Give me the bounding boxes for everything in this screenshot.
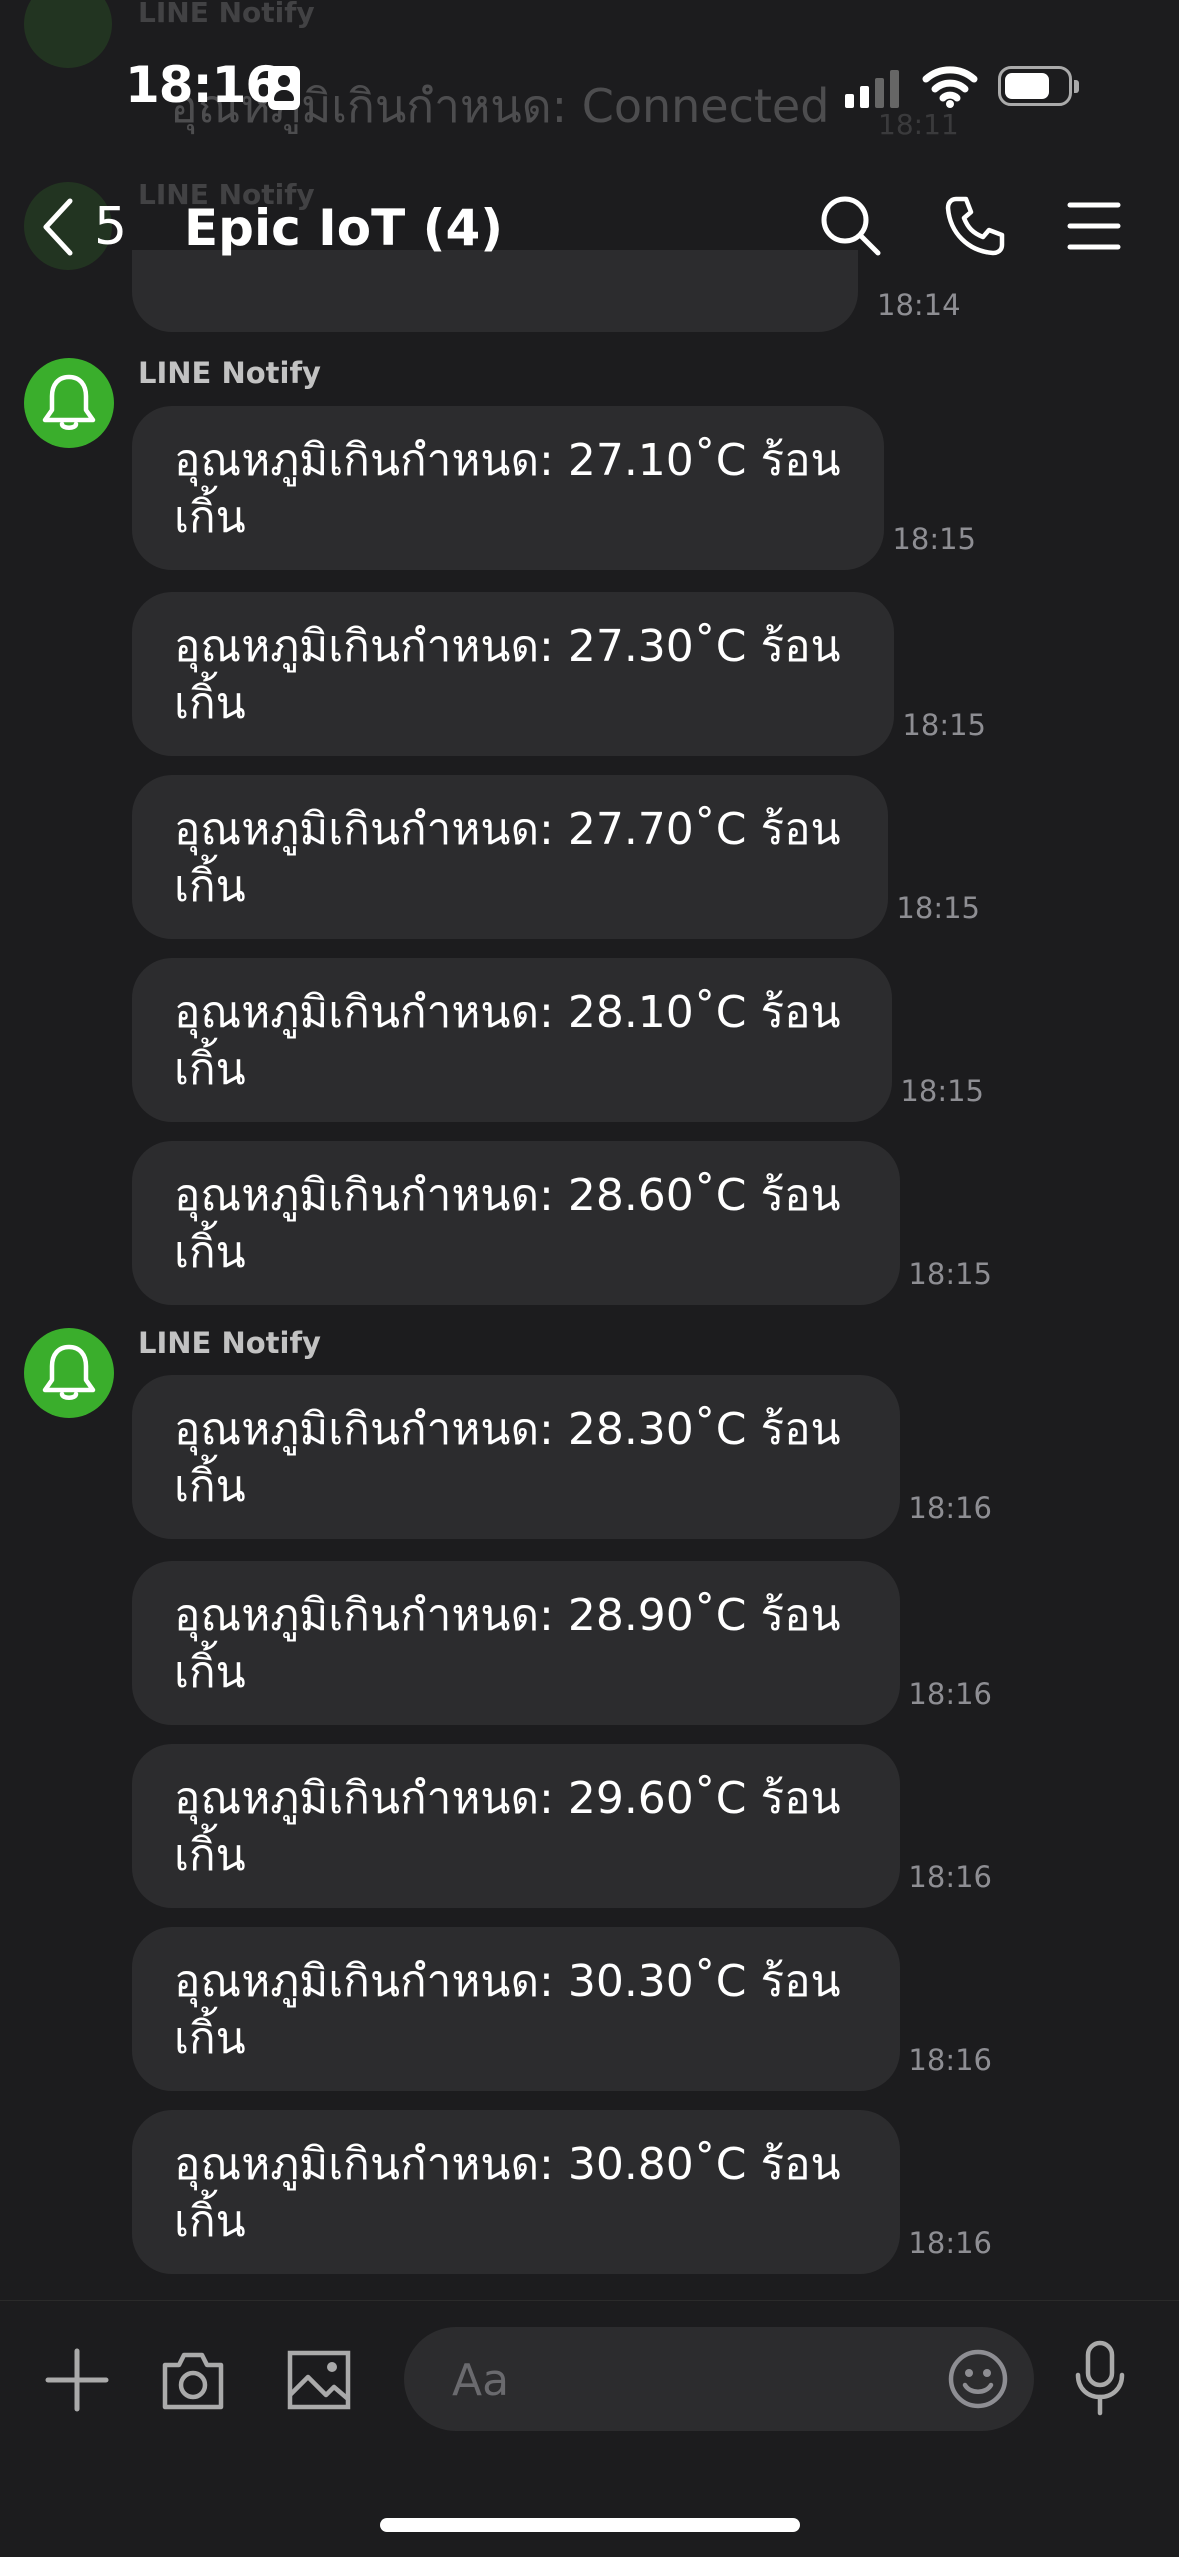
message-time: 18:16 xyxy=(908,2226,992,2260)
message-text: อุณหภูมิเกินกำหนด: 28.90˚C ร้อนเกิ้น xyxy=(174,1590,841,1698)
back-button[interactable]: 5 xyxy=(38,197,127,257)
message-bubble[interactable]: อุณหภูมิเกินกำหนด: 29.60˚C ร้อนเกิ้น 18:… xyxy=(132,1744,992,1908)
message-text: อุณหภูมิเกินกำหนด: 28.30˚C ร้อนเกิ้น xyxy=(174,1404,841,1512)
message-text: อุณหภูมิเกินกำหนด: 29.60˚C ร้อนเกิ้น xyxy=(174,1773,841,1881)
message-time: 18:15 xyxy=(896,891,980,925)
microphone-icon[interactable] xyxy=(1072,2339,1128,2419)
image-icon[interactable] xyxy=(286,2349,352,2411)
message-input-field[interactable] xyxy=(404,2327,1034,2433)
message-text: อุณหภูมิเกินกำหนด: 30.30˚C ร้อนเกิ้น xyxy=(174,1956,841,2064)
partial-bubble-time: 18:14 xyxy=(877,288,961,322)
wifi-icon xyxy=(922,66,978,108)
phone-icon[interactable] xyxy=(942,193,1008,259)
message-time: 18:15 xyxy=(908,1257,992,1291)
sender-name: LINE Notify xyxy=(138,356,321,390)
bell-icon xyxy=(42,374,96,430)
avatar[interactable] xyxy=(24,1328,114,1418)
status-time: 18:16 xyxy=(125,56,280,114)
chat-title: Epic IoT (4) xyxy=(184,199,504,257)
message-text: อุณหภูมิเกินกำหนด: 27.10˚C ร้อนเกิ้น xyxy=(174,435,841,543)
message-time: 18:16 xyxy=(908,1491,992,1525)
message-text: อุณหภูมิเกินกำหนด: 28.10˚C ร้อนเกิ้น xyxy=(174,987,841,1095)
bell-icon xyxy=(42,1344,96,1400)
message-bubble[interactable]: อุณหภูมิเกินกำหนด: 27.30˚C ร้อนเกิ้น 18:… xyxy=(132,592,986,756)
message-time: 18:16 xyxy=(908,1677,992,1711)
message-text: อุณหภูมิเกินกำหนด: 30.80˚C ร้อนเกิ้น xyxy=(174,2139,841,2247)
message-input[interactable] xyxy=(450,2327,914,2433)
chat-header: 5 Epic IoT (4) xyxy=(0,185,1179,270)
message-bubble[interactable]: อุณหภูมิเกินกำหนด: 28.90˚C ร้อนเกิ้น 18:… xyxy=(132,1561,992,1725)
message-text: อุณหภูมิเกินกำหนด: 27.30˚C ร้อนเกิ้น xyxy=(174,621,841,729)
camera-icon[interactable] xyxy=(160,2349,226,2411)
message-time: 18:16 xyxy=(908,2043,992,2077)
sender-name: LINE Notify xyxy=(138,1326,321,1360)
emoji-icon[interactable] xyxy=(946,2347,1010,2411)
contact-card-icon xyxy=(268,66,300,110)
message-time: 18:15 xyxy=(892,522,976,556)
message-text: อุณหภูมิเกินกำหนด: 27.70˚C ร้อนเกิ้น xyxy=(174,804,841,912)
message-bubble[interactable]: อุณหภูมิเกินกำหนด: 28.60˚C ร้อนเกิ้น 18:… xyxy=(132,1141,992,1305)
battery-icon xyxy=(998,66,1079,106)
message-bubble[interactable]: อุณหภูมิเกินกำหนด: 30.80˚C ร้อนเกิ้น 18:… xyxy=(132,2110,992,2274)
avatar[interactable] xyxy=(24,358,114,448)
cellular-signal-icon xyxy=(845,68,901,108)
search-icon[interactable] xyxy=(818,193,884,259)
message-text: อุณหภูมิเกินกำหนด: 28.60˚C ร้อนเกิ้น xyxy=(174,1170,841,1278)
plus-icon[interactable] xyxy=(44,2347,110,2413)
message-bubble[interactable]: อุณหภูมิเกินกำหนด: 27.10˚C ร้อนเกิ้น 18:… xyxy=(132,406,976,570)
message-time: 18:15 xyxy=(902,708,986,742)
message-time: 18:15 xyxy=(900,1074,984,1108)
home-indicator xyxy=(380,2518,800,2532)
chevron-left-icon xyxy=(43,198,73,256)
status-bar: 18:16 xyxy=(0,0,1179,160)
message-bubble[interactable]: อุณหภูมิเกินกำหนด: 28.30˚C ร้อนเกิ้น 18:… xyxy=(132,1375,992,1539)
message-bubble[interactable]: อุณหภูมิเกินกำหนด: 27.70˚C ร้อนเกิ้น 18:… xyxy=(132,775,980,939)
message-bubble[interactable]: อุณหภูมิเกินกำหนด: 30.30˚C ร้อนเกิ้น 18:… xyxy=(132,1927,992,2091)
message-bubble[interactable]: อุณหภูมิเกินกำหนด: 28.10˚C ร้อนเกิ้น 18:… xyxy=(132,958,984,1122)
menu-icon[interactable] xyxy=(1066,193,1122,259)
unread-count: 5 xyxy=(94,197,128,257)
message-time: 18:16 xyxy=(908,1860,992,1894)
